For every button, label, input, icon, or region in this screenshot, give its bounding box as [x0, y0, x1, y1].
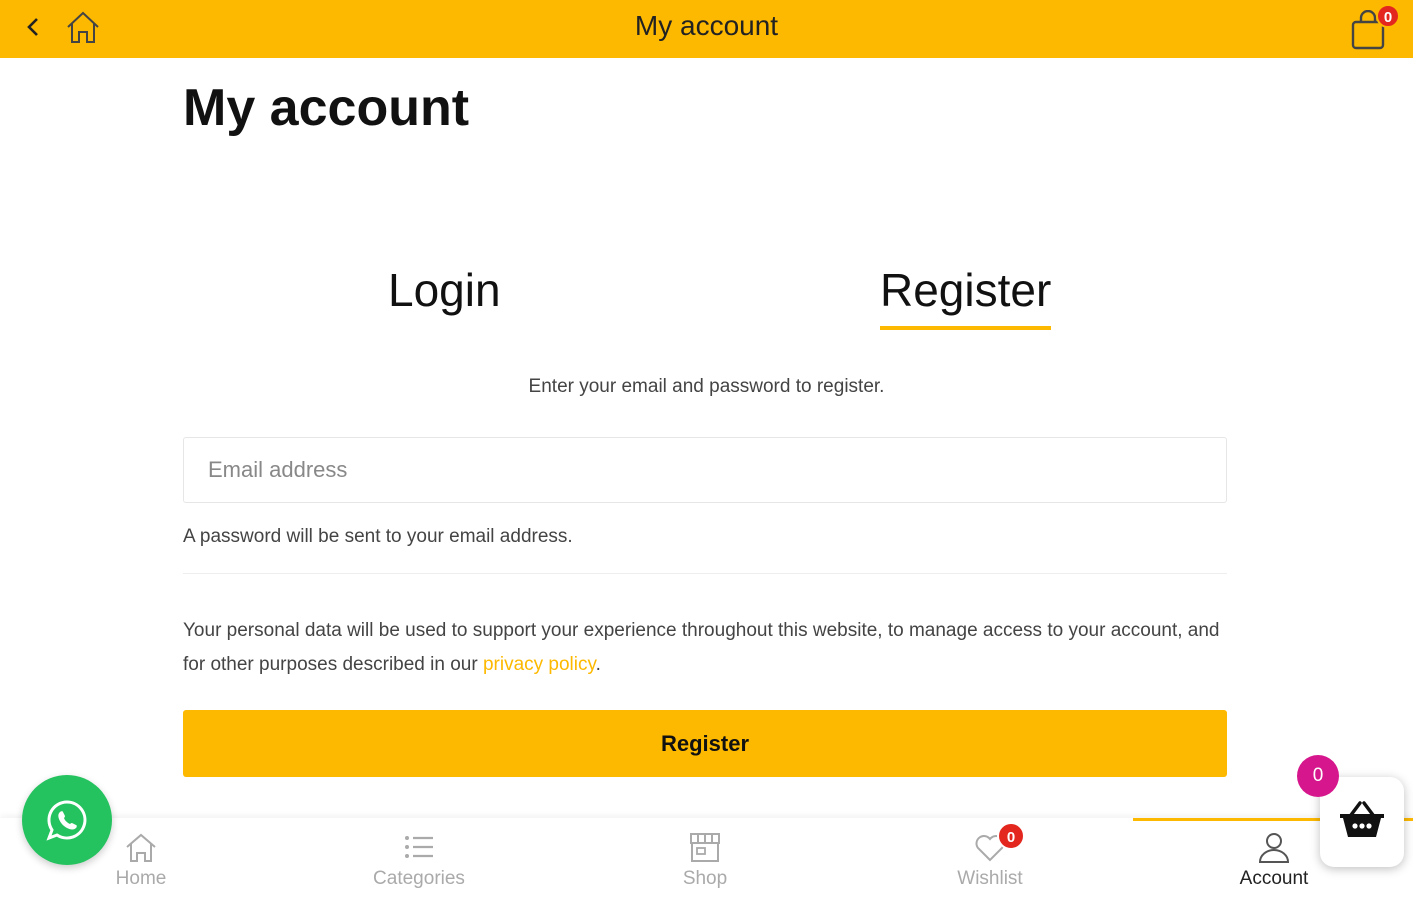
cart-count-badge: 0 [1376, 4, 1400, 28]
home-button[interactable] [62, 6, 104, 48]
nav-label-account: Account [1239, 868, 1309, 889]
wishlist-count-badge: 0 [997, 822, 1025, 850]
basket-count-badge: 0 [1297, 755, 1339, 797]
bottom-navigation: Home Categories Shop 0 Wishlist Account [0, 818, 1413, 900]
nav-label-categories: Categories [373, 868, 465, 889]
email-field[interactable] [183, 437, 1227, 503]
page-title: My account [183, 79, 470, 137]
privacy-end: . [595, 654, 601, 675]
nav-item-wishlist[interactable]: 0 Wishlist [849, 818, 1131, 900]
tab-login-label: Login [388, 264, 501, 316]
divider [183, 573, 1227, 574]
active-tab-indicator [880, 326, 1052, 330]
app-bar-title: My account [634, 10, 779, 41]
nav-item-shop[interactable]: Shop [564, 818, 846, 900]
tab-register[interactable]: Register [880, 262, 1052, 330]
nav-label-shop: Shop [682, 868, 728, 889]
back-arrow-icon [27, 18, 38, 36]
nav-item-categories[interactable]: Categories [278, 818, 560, 900]
whatsapp-icon [46, 800, 87, 841]
home-icon [126, 833, 156, 862]
password-note: A password will be sent to your email ad… [183, 526, 573, 547]
home-icon [67, 11, 99, 43]
tab-register-label: Register [880, 264, 1052, 316]
user-icon [1258, 833, 1290, 863]
top-app-bar: My account 0 [0, 0, 1413, 58]
nav-label-home: Home [115, 868, 167, 889]
cart-button[interactable]: 0 [1346, 4, 1400, 54]
privacy-policy-link[interactable]: privacy policy [483, 654, 596, 675]
shop-icon [690, 833, 720, 862]
privacy-notice: Your personal data will be used to suppo… [183, 614, 1227, 682]
nav-label-wishlist: Wishlist [957, 868, 1023, 889]
list-icon [405, 836, 433, 858]
register-button[interactable]: Register [183, 710, 1227, 777]
tab-login[interactable]: Login [388, 262, 501, 318]
whatsapp-button[interactable] [22, 775, 112, 865]
back-button[interactable] [18, 12, 48, 42]
register-intro-text: Enter your email and password to registe… [528, 376, 885, 397]
basket-icon [1340, 801, 1384, 837]
privacy-text: Your personal data will be used to suppo… [183, 620, 1220, 675]
